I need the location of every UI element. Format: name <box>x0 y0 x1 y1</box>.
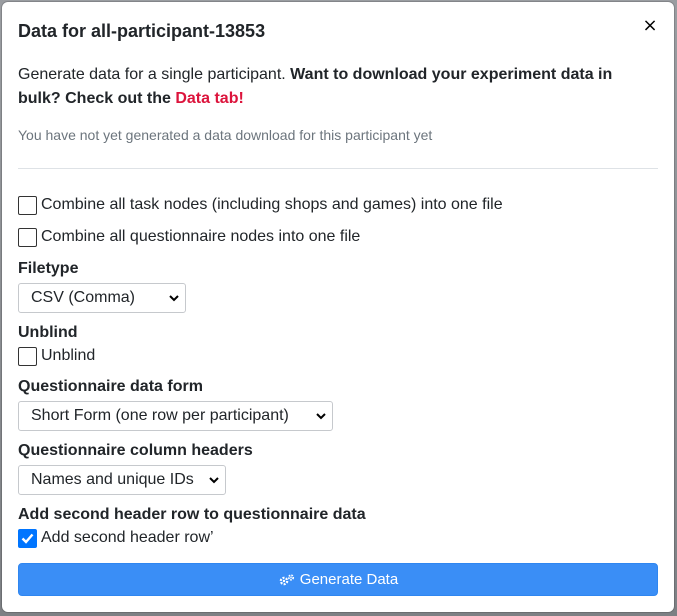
modal-body: Generate data for a single participant. … <box>18 60 658 550</box>
filetype-select[interactable]: CSV (Comma) <box>18 283 186 313</box>
questionnaire-form-value: Short Form (one row per participant) <box>31 407 289 424</box>
unblind-row: Unblind <box>18 344 658 368</box>
filetype-label: Filetype <box>18 260 79 277</box>
modal-title: Data for all-participant-13853 <box>18 21 266 41</box>
combine-questionnaires-label: Combine all questionnaire nodes into one… <box>41 228 361 245</box>
generate-data-label: Generate Data <box>299 571 399 588</box>
intro-plain: Generate data for a single participant. <box>18 66 291 83</box>
data-modal: Data for all-participant-13853 × Generat… <box>2 2 674 612</box>
filetype-value: CSV (Comma) <box>31 289 136 306</box>
intro-text: Generate data for a single participant. … <box>18 63 648 111</box>
modal-header: Data for all-participant-13853 × <box>2 2 674 60</box>
close-icon: × <box>642 15 658 36</box>
close-button[interactable]: × <box>640 16 660 36</box>
second-header-checkbox[interactable] <box>18 528 37 548</box>
unblind-checkbox[interactable] <box>18 346 37 366</box>
column-headers-label: Questionnaire column headers <box>18 442 253 459</box>
status-text: You have not yet generated a data downlo… <box>18 127 433 143</box>
combine-questionnaires-checkbox[interactable] <box>18 227 37 247</box>
gears-icon <box>278 573 296 587</box>
questionnaire-form-label: Questionnaire data form <box>18 378 203 395</box>
combine-questionnaires-row: Combine all questionnaire nodes into one… <box>18 225 658 249</box>
column-headers-value: Names and unique IDs <box>31 471 194 488</box>
combine-tasks-checkbox[interactable] <box>18 195 37 215</box>
generate-data-button[interactable]: Generate Data <box>18 563 658 596</box>
second-header-checkbox-label: Add second header row’ <box>41 529 214 546</box>
chevron-down-icon <box>169 294 179 302</box>
column-headers-select[interactable]: Names and unique IDs <box>18 465 226 495</box>
unblind-checkbox-label: Unblind <box>41 347 96 364</box>
chevron-down-icon <box>209 476 219 484</box>
data-tab-link[interactable]: Data tab! <box>175 90 243 107</box>
second-header-label: Add second header row to questionnaire d… <box>18 506 366 523</box>
unblind-label: Unblind <box>18 324 78 341</box>
questionnaire-form-select[interactable]: Short Form (one row per participant) <box>18 401 333 431</box>
checkmark-icon <box>21 533 34 544</box>
combine-tasks-row: Combine all task nodes (including shops … <box>18 193 658 217</box>
second-header-row: Add second header row’ <box>18 526 658 550</box>
divider <box>18 168 658 169</box>
chevron-down-icon <box>316 412 326 420</box>
combine-tasks-label: Combine all task nodes (including shops … <box>41 196 503 213</box>
